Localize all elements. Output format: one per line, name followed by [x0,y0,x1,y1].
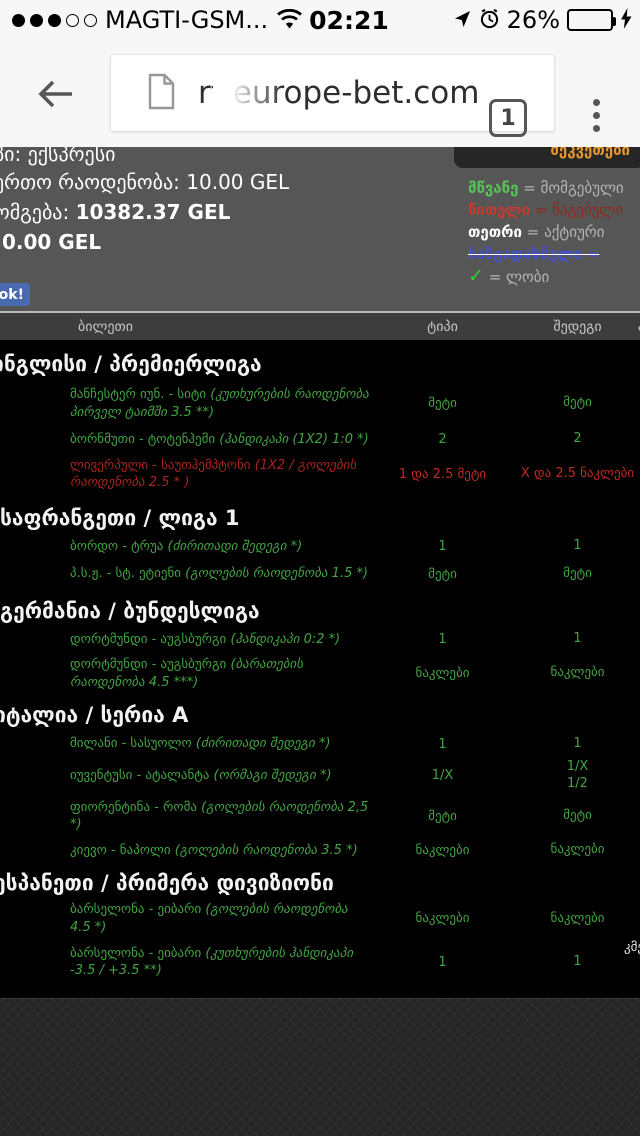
bet-result: მეტი [515,566,640,583]
match-name: ბორდო - ტრუა (ძირითადი შედეგი *) [70,538,370,556]
bet-tip: 2 [385,432,500,447]
location-arrow-icon [453,9,472,32]
url-fade-left [213,59,283,129]
match-name: პ.ს.ჟ. - სტ. ეტიენი (გოლების რაოდენობა 1… [70,565,370,583]
bet-result: ნაკლები [515,842,640,859]
battery-percent-label: 26% [507,6,560,34]
bet-tip: ნაკლები [385,911,500,926]
bet-result: 1 [515,631,640,648]
match-name: ბარსელონა - ეიბარი (კუთხურების ჰანდიკაპი… [70,945,370,980]
section-title-germany: გერმანია / ბუნდესლიგა [0,599,640,623]
bets-table: ინგლისი / პრემიერლიგა მანჩესტერ იუნ. - ს… [0,340,640,998]
page-document-icon [147,73,176,114]
bet-row: პ.ს.ჟ. - სტ. ეტიენი (გოლების რაოდენობა 1… [0,565,640,583]
bet-row: მანჩესტერ იუნ. - სიტი (კუთხურების რაოდენ… [0,386,640,421]
bet-row: იუვენტუსი - ატალანტა (ორმაგი შედეგი *) 1… [0,759,640,793]
clipped-footer-text: კმე [624,940,640,955]
bet-result: მეტი [515,808,640,825]
section-title-italy: იტალია / სერია A [0,703,640,727]
clock-time: 02:21 [309,6,389,35]
check-icon: ✓ [468,265,484,287]
tab-count-label: 1 [500,106,515,131]
bet-result: 1 [515,736,640,753]
orders-button[interactable]: შეკვეთები [454,147,640,168]
ticket-winnings-line: ომგება: 10382.37 GEL [0,200,230,224]
bet-row: მილანი - სასუოლო (ძირითადი შედეგი *) 1 1 [0,735,640,753]
legend-item-red: წითელი = წაგებული [468,199,640,221]
bets-table-header: ბილეთი ტიპი შედეგი ა [0,311,640,340]
winnings-value: 10382.37 GEL [76,200,231,224]
legend-item-strikethrough: ხაზგადასმული = [468,243,640,265]
bet-result: 1 [515,538,640,555]
bet-row: ბორნმუთი - ტოტენჰემი (ჰანდიკაპი (1X2) 1:… [0,431,640,449]
ticket-summary-panel: პი: ექსპრესი ერთო რაოდენობა: 10.00 GEL ო… [0,147,640,311]
ticket-amount-line: ერთო რაოდენობა: 10.00 GEL [0,170,289,194]
facebook-button[interactable]: ok! [0,283,30,306]
bet-result: ნაკლები [515,911,640,928]
match-name: ბარსელონა - ეიბარი (გოლების რაოდენობა 4.… [70,901,370,936]
match-name: ლივერპული - საუთჰემპტონი (1X2 / გოლების … [70,457,370,492]
browser-toolbar: rt.europe-bet.com 1 [0,40,640,147]
legend-item-check: ✓ = ლობი [468,265,640,288]
bet-row: ლივერპული - საუთჰემპტონი (1X2 / გოლების … [0,457,640,492]
status-bar: MAGTI-GSM... 02:21 26% [0,0,640,40]
section-title-england: ინგლისი / პრემიერლიგა [0,352,640,376]
battery-icon [567,9,613,31]
bet-result: X და 2.5 ნაკლები [515,466,640,483]
carrier-label: MAGTI-GSM... [105,6,268,34]
charging-bolt-icon [620,8,632,33]
bet-result: ნაკლები [515,665,640,682]
match-name: მილანი - სასუოლო (ძირითადი შედეგი *) [70,735,370,753]
bet-tip: 1 [385,539,500,554]
column-ticket: ბილეთი [78,319,370,335]
section-title-spain: ესპანეთი / პრიმერა დივიზიონი [0,871,640,895]
match-name: კიევო - ნაპოლი (გოლების რაოდენობა 3.5 *) [70,842,370,860]
section-title-france: საფრანგეთი / ლიგა 1 [0,506,640,530]
signal-strength-icon [12,14,97,27]
page-footer-background [0,998,640,1136]
bet-tip: მეტი [385,396,500,411]
bet-row: ფიორენტინა - რომა (გოლების რაოდენობა 2,5… [0,799,640,834]
bet-result: 2 [515,431,640,448]
ticket-type-line: პი: ექსპრესი [0,147,116,166]
bet-row: ბარსელონა - ეიბარი (გოლების რაოდენობა 4.… [0,901,640,936]
bet-result: 1 [515,954,640,971]
bet-row: დორტმუნდი - აუგსბურგი (ჰანდიკაპი 0:2 *) … [0,631,640,649]
bet-tip: 1 [385,955,500,970]
bet-tip: 1 [385,632,500,647]
bet-row: ბარსელონა - ეიბარი (კუთხურების ჰანდიკაპი… [0,945,640,980]
match-name: იუვენტუსი - ატალანტა (ორმაგი შედეგი *) [70,767,370,785]
match-name: ფიორენტინა - რომა (გოლების რაოდენობა 2,5… [70,799,370,834]
back-button[interactable] [34,73,76,119]
legend-item-white: თეთრი = აქტიური [468,221,640,243]
bet-row: დორტმუნდი - აუგსბურგი (ბარათების რაოდენო… [0,656,640,691]
bet-row: კიევო - ნაპოლი (გოლების რაოდენობა 3.5 *)… [0,842,640,860]
bet-tip: 1/X [385,768,500,783]
bet-tip: ნაკლები [385,666,500,681]
tab-switcher-button[interactable]: 1 [489,99,527,137]
result-color-legend: მწვანე = მომგებული წითელი = წაგებული თეთ… [468,177,640,288]
bet-row: ბორდო - ტრუა (ძირითადი შედეგი *) 1 1 [0,538,640,556]
wifi-icon [276,9,303,34]
column-tip: ტიპი [385,319,500,335]
match-name: დორტმუნდი - აუგსბურგი (ჰანდიკაპი 0:2 *) [70,631,370,649]
bet-tip: მეტი [385,567,500,582]
bet-tip: ნაკლები [385,843,500,858]
phone-screen: MAGTI-GSM... 02:21 26% [0,0,640,1136]
alarm-clock-icon [479,8,500,33]
bet-result: მეტი [515,395,640,412]
bet-tip: მეტი [385,809,500,824]
orders-button-label: შეკვეთები [551,147,630,159]
column-result: შედეგი [515,319,640,335]
ticket-zero-line: 0.00 GEL [2,230,101,254]
match-name: მანჩესტერ იუნ. - სიტი (კუთხურების რაოდენ… [70,386,370,421]
bet-tip: 1 და 2.5 მეტი [385,467,500,482]
legend-item-green: მწვანე = მომგებული [468,177,640,199]
bet-result: 1/X 1/2 [515,759,640,793]
match-name: დორტმუნდი - აუგსბურგი (ბარათების რაოდენო… [70,656,370,691]
bet-tip: 1 [385,737,500,752]
match-name: ბორნმუთი - ტოტენჰემი (ჰანდიკაპი (1X2) 1:… [70,431,370,449]
menu-kebab-icon[interactable] [593,99,600,132]
